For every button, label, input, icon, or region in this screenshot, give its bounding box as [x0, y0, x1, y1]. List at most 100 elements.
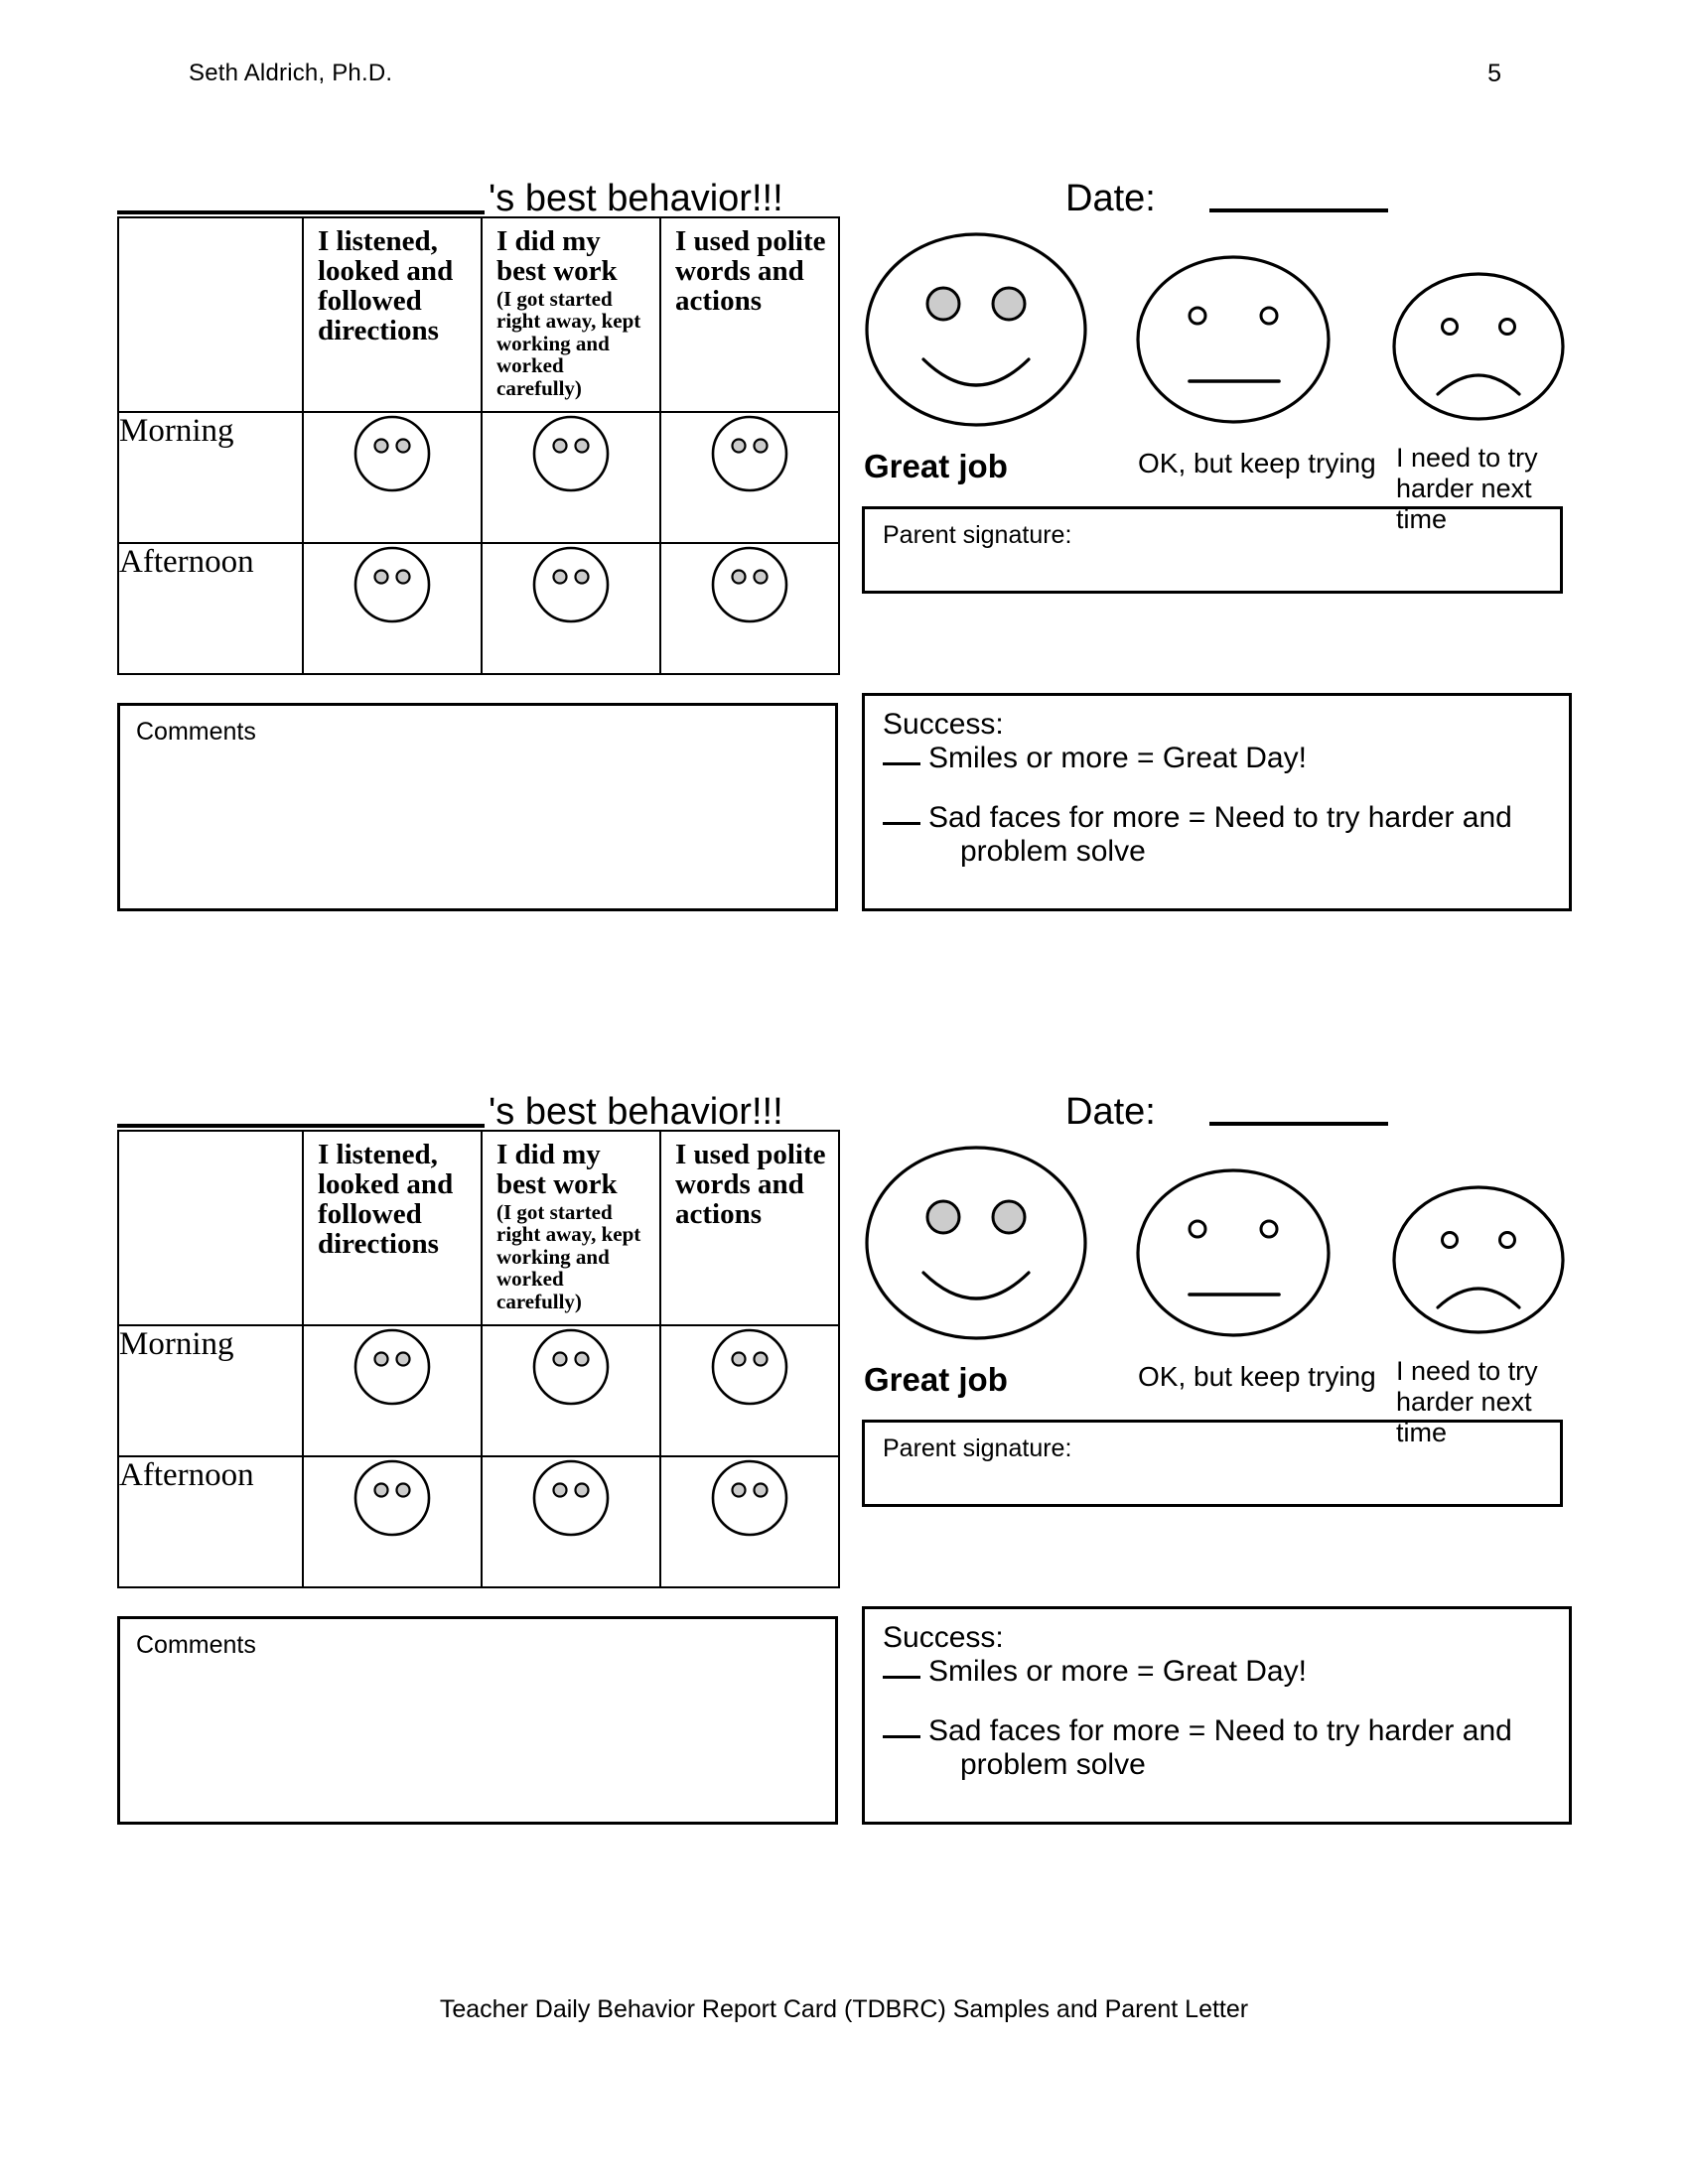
table-header-row: I listened, looked and followed directio… [117, 1129, 840, 1327]
behavior-report-card: 's best behavior!!! Date: I listened, lo… [0, 159, 1688, 951]
card-bottom-row: Comments Success: Smiles or more = Great… [117, 1588, 1572, 1864]
row-label-afternoon: Afternoon [117, 1455, 304, 1589]
rating-cell-afternoon-polite-words[interactable] [659, 1455, 840, 1589]
parent-signature-box[interactable]: Parent signature: [862, 1420, 1563, 1507]
sad-face-icon [1390, 1185, 1567, 1339]
column-header-polite-words: I used polite words and actions [659, 215, 840, 414]
column-header-listened: I listened, looked and followed directio… [302, 1129, 483, 1327]
behavior-report-card: 's best behavior!!! Date: I listened, lo… [0, 1072, 1688, 1864]
rating-cell-afternoon-listened[interactable] [302, 1455, 483, 1589]
success-box: Success: Smiles or more = Great Day! Sad… [862, 693, 1572, 912]
column-header-best-work: I did my best work (I got started right … [481, 1129, 661, 1327]
success-line-1: Smiles or more = Great Day! [883, 1655, 1569, 1689]
comments-box[interactable]: Comments [117, 703, 838, 912]
footer-text: Teacher Daily Behavior Report Card (TDBR… [439, 1995, 1249, 2023]
success-blank-2[interactable] [883, 1734, 920, 1738]
blank-face-icon [530, 544, 612, 630]
table-row-morning: Morning [117, 411, 840, 545]
neutral-face-icon [1134, 255, 1333, 429]
student-name-blank[interactable] [117, 1080, 485, 1128]
column-header-listened: I listened, looked and followed directio… [302, 215, 483, 414]
document-page: Seth Aldrich, Ph.D. 5 's best behavior!!… [0, 0, 1688, 2184]
column-header-best-work-main: I did my best work [496, 225, 618, 287]
card-bottom-row: Comments Success: Smiles or more = Great… [117, 675, 1572, 951]
rating-cell-afternoon-best-work[interactable] [481, 1455, 661, 1589]
rating-cell-morning-listened[interactable] [302, 411, 483, 545]
row-label-afternoon: Afternoon [117, 542, 304, 676]
blank-face-icon [530, 1457, 612, 1544]
legend-caption-ok: OK, but keep trying [1138, 1361, 1376, 1392]
behavior-table: I listened, looked and followed directio… [117, 215, 840, 676]
card-title-row: 's best behavior!!! Date: [117, 1072, 1572, 1133]
legend-item-great-job: Great job [862, 1144, 1110, 1399]
success-blank-1[interactable] [883, 1675, 920, 1679]
blank-face-icon [709, 544, 790, 630]
success-line-2-continued: problem solve [960, 1747, 1146, 1781]
blank-face-icon [352, 1457, 433, 1544]
blank-face-icon [709, 1457, 790, 1544]
blank-face-icon [352, 413, 433, 499]
success-blank-1[interactable] [883, 761, 920, 765]
date-blank[interactable] [1209, 179, 1388, 212]
sad-face-icon [1390, 272, 1567, 426]
comments-box[interactable]: Comments [117, 1616, 838, 1826]
running-head-author: Seth Aldrich, Ph.D. [189, 60, 393, 86]
legend-faces-row: Great job OK, but keep trying I need to … [854, 1130, 1572, 1447]
rating-cell-morning-polite-words[interactable] [659, 411, 840, 545]
blank-face-icon [709, 1326, 790, 1413]
card-title-row: 's best behavior!!! Date: [117, 159, 1572, 219]
legend-faces-row: Great job OK, but keep trying I need to … [854, 216, 1572, 534]
column-header-polite-words: I used polite words and actions [659, 1129, 840, 1327]
rating-cell-morning-polite-words[interactable] [659, 1324, 840, 1458]
comments-label: Comments [136, 1631, 256, 1660]
date-label: Date: [1065, 1091, 1156, 1133]
blank-face-icon [530, 1326, 612, 1413]
behavior-table: I listened, looked and followed directio… [117, 1129, 840, 1589]
student-name-blank[interactable] [117, 167, 485, 214]
happy-face-icon [862, 232, 1090, 433]
success-heading: Success: [883, 1621, 1004, 1655]
date-label: Date: [1065, 178, 1156, 219]
date-blank[interactable] [1209, 1092, 1388, 1126]
legend-caption-great-job: Great job [864, 448, 1008, 484]
column-header-best-work-sub: (I got started right away, kept working … [496, 286, 641, 400]
parent-signature-label: Parent signature: [883, 521, 1072, 549]
table-header-row: I listened, looked and followed directio… [117, 215, 840, 414]
success-heading: Success: [883, 708, 1004, 742]
legend-item-need-to-try: I need to try harder next time [1390, 1184, 1579, 1448]
success-line-2: Sad faces for more = Need to try harder … [883, 801, 1569, 835]
legend-caption-ok: OK, but keep trying [1138, 448, 1376, 478]
legend-item-great-job: Great job [862, 230, 1110, 485]
column-header-best-work: I did my best work (I got started right … [481, 215, 661, 414]
rating-cell-afternoon-listened[interactable] [302, 542, 483, 676]
happy-face-icon [862, 1146, 1090, 1346]
row-label-morning: Morning [117, 411, 304, 545]
success-line-2: Sad faces for more = Need to try harder … [883, 1714, 1569, 1748]
legend-and-signature: Great job OK, but keep trying I need to … [854, 216, 1572, 594]
legend-caption-great-job: Great job [864, 1361, 1008, 1398]
blank-face-icon [709, 413, 790, 499]
parent-signature-box[interactable]: Parent signature: [862, 506, 1563, 594]
legend-item-ok: OK, but keep trying [1134, 254, 1376, 479]
table-corner-cell [117, 215, 304, 414]
table-row-morning: Morning [117, 1324, 840, 1458]
table-row-afternoon: Afternoon [117, 1455, 840, 1589]
rating-cell-morning-best-work[interactable] [481, 1324, 661, 1458]
rating-cell-morning-listened[interactable] [302, 1324, 483, 1458]
rating-cell-afternoon-best-work[interactable] [481, 542, 661, 676]
card-title-text: 's best behavior!!! [489, 1091, 783, 1133]
success-blank-2[interactable] [883, 821, 920, 825]
parent-signature-label: Parent signature: [883, 1434, 1072, 1462]
legend-and-signature: Great job OK, but keep trying I need to … [854, 1130, 1572, 1507]
success-box: Success: Smiles or more = Great Day! Sad… [862, 1606, 1572, 1826]
neutral-face-icon [1134, 1168, 1333, 1342]
row-label-morning: Morning [117, 1324, 304, 1458]
rating-cell-afternoon-polite-words[interactable] [659, 542, 840, 676]
column-header-best-work-sub: (I got started right away, kept working … [496, 1199, 641, 1313]
success-line-2-continued: problem solve [960, 834, 1146, 868]
blank-face-icon [352, 1326, 433, 1413]
blank-face-icon [352, 544, 433, 630]
rating-cell-morning-best-work[interactable] [481, 411, 661, 545]
comments-label: Comments [136, 718, 256, 747]
legend-item-ok: OK, but keep trying [1134, 1167, 1376, 1393]
